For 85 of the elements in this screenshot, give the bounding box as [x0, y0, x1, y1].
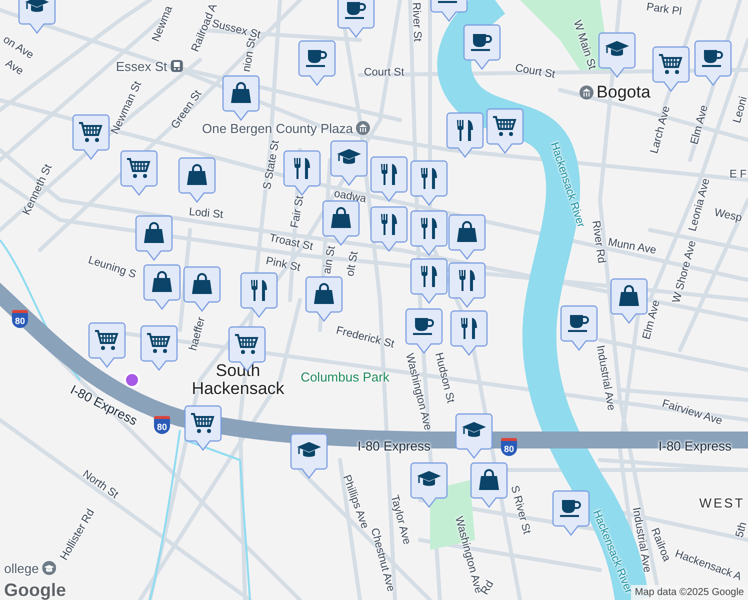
graduation-cap-marker-icon[interactable] — [18, 0, 56, 34]
station-label: Essex St — [116, 60, 168, 72]
landmark-label: One Bergen County Plaza — [202, 122, 354, 134]
street-label: Rd — [480, 579, 496, 597]
street-label: Wesp — [713, 208, 743, 224]
street-label: W Main St — [570, 19, 598, 71]
building-icon — [580, 85, 594, 99]
street-label: haeffer — [188, 316, 208, 352]
street-label: Park Pl — [646, 2, 682, 18]
shopping-bag-marker-icon[interactable] — [143, 264, 181, 310]
shopping-bag-marker-icon[interactable] — [183, 266, 221, 312]
fork-knife-marker-icon[interactable] — [450, 310, 488, 356]
street-label: Lodi St — [188, 207, 224, 221]
shopping-cart-marker-icon[interactable] — [486, 108, 524, 154]
street-label: Court St — [364, 68, 404, 78]
shopping-cart-marker-icon[interactable] — [652, 46, 690, 92]
coffee-cup-marker-icon[interactable] — [337, 0, 375, 38]
street-label: oadwa — [333, 188, 367, 206]
park-label: Columbus Park — [300, 370, 390, 384]
fork-knife-marker-icon[interactable] — [410, 210, 448, 256]
fork-knife-marker-icon[interactable] — [410, 160, 448, 206]
street-label: 5th — [734, 521, 748, 539]
street-label: Phillips Ave — [340, 474, 370, 530]
google-logo: Google — [4, 581, 66, 599]
street-label: Munn Ave — [607, 237, 657, 257]
coffee-cup-marker-icon[interactable] — [463, 24, 501, 70]
graduation-cap-marker-icon[interactable] — [330, 140, 368, 186]
interstate-shield: 80 — [501, 438, 517, 456]
street-label: Pink St — [264, 256, 302, 274]
coffee-cup-marker-icon[interactable] — [560, 305, 598, 351]
area-label: WEST — [699, 496, 745, 510]
shopping-bag-marker-icon[interactable] — [305, 276, 343, 322]
fork-knife-marker-icon[interactable] — [370, 206, 408, 252]
street-label: Elm Ave — [642, 299, 662, 341]
train-icon — [170, 59, 184, 73]
street-label: Leoni — [732, 96, 748, 124]
street-label: Troast St — [268, 233, 314, 253]
street-label: Hudson St — [432, 352, 456, 404]
shopping-bag-marker-icon[interactable] — [178, 157, 216, 203]
street-label: W Shore Ave — [671, 240, 699, 304]
street-label: Elm Ave — [690, 104, 710, 146]
coffee-cup-marker-icon[interactable] — [694, 40, 732, 86]
shopping-cart-marker-icon[interactable] — [72, 114, 110, 160]
shopping-bag-marker-icon[interactable] — [448, 214, 486, 260]
street-label: ain St — [322, 245, 338, 275]
street-label: Larch Ave — [649, 105, 673, 155]
fork-knife-marker-icon[interactable] — [283, 150, 321, 196]
graduation-cap-icon — [42, 561, 56, 575]
graduation-cap-marker-icon[interactable] — [598, 32, 636, 78]
fork-knife-marker-icon[interactable] — [240, 272, 278, 318]
college-label: ollege — [4, 562, 39, 574]
shopping-bag-marker-icon[interactable] — [470, 462, 508, 508]
interstate-shield: 80 — [12, 310, 28, 328]
street-label: olt St — [345, 250, 361, 278]
coffee-cup-marker-icon[interactable] — [298, 40, 336, 86]
street-label: River Rd — [590, 220, 606, 264]
interstate-shield: 80 — [154, 416, 170, 434]
building-icon — [356, 121, 370, 135]
street-label: River St — [410, 2, 422, 42]
graduation-cap-marker-icon[interactable] — [410, 462, 448, 508]
shopping-cart-marker-icon[interactable] — [88, 322, 126, 368]
street-label: S River St — [508, 484, 532, 536]
town-label: Bogota — [596, 84, 650, 100]
graduation-cap-marker-icon[interactable] — [455, 413, 493, 459]
fork-knife-marker-icon[interactable] — [370, 156, 408, 202]
coffee-cup-marker-icon[interactable] — [552, 490, 590, 536]
street-label: Court St — [514, 63, 556, 81]
shopping-cart-marker-icon[interactable] — [184, 405, 222, 451]
place-dot — [124, 372, 140, 388]
street-label: nion St — [242, 37, 258, 73]
shopping-cart-marker-icon[interactable] — [140, 325, 178, 371]
fork-knife-marker-icon[interactable] — [448, 262, 486, 308]
shopping-bag-marker-icon[interactable] — [135, 215, 173, 261]
shopping-bag-marker-icon[interactable] — [222, 75, 260, 121]
graduation-cap-marker-icon[interactable] — [290, 433, 328, 479]
fork-knife-marker-icon[interactable] — [446, 112, 484, 158]
street-label: Frederick St — [334, 326, 396, 350]
street-label: Industrial Ave — [594, 344, 616, 412]
fork-knife-marker-icon[interactable] — [410, 258, 448, 304]
coffee-cup-marker-icon[interactable] — [405, 308, 443, 354]
street-label: Leonia Ave — [688, 177, 712, 233]
street-label: S State St — [262, 140, 282, 190]
shopping-cart-marker-icon[interactable] — [120, 150, 158, 196]
street-label: Fair St — [290, 195, 306, 229]
street-label: E F — [729, 170, 747, 180]
